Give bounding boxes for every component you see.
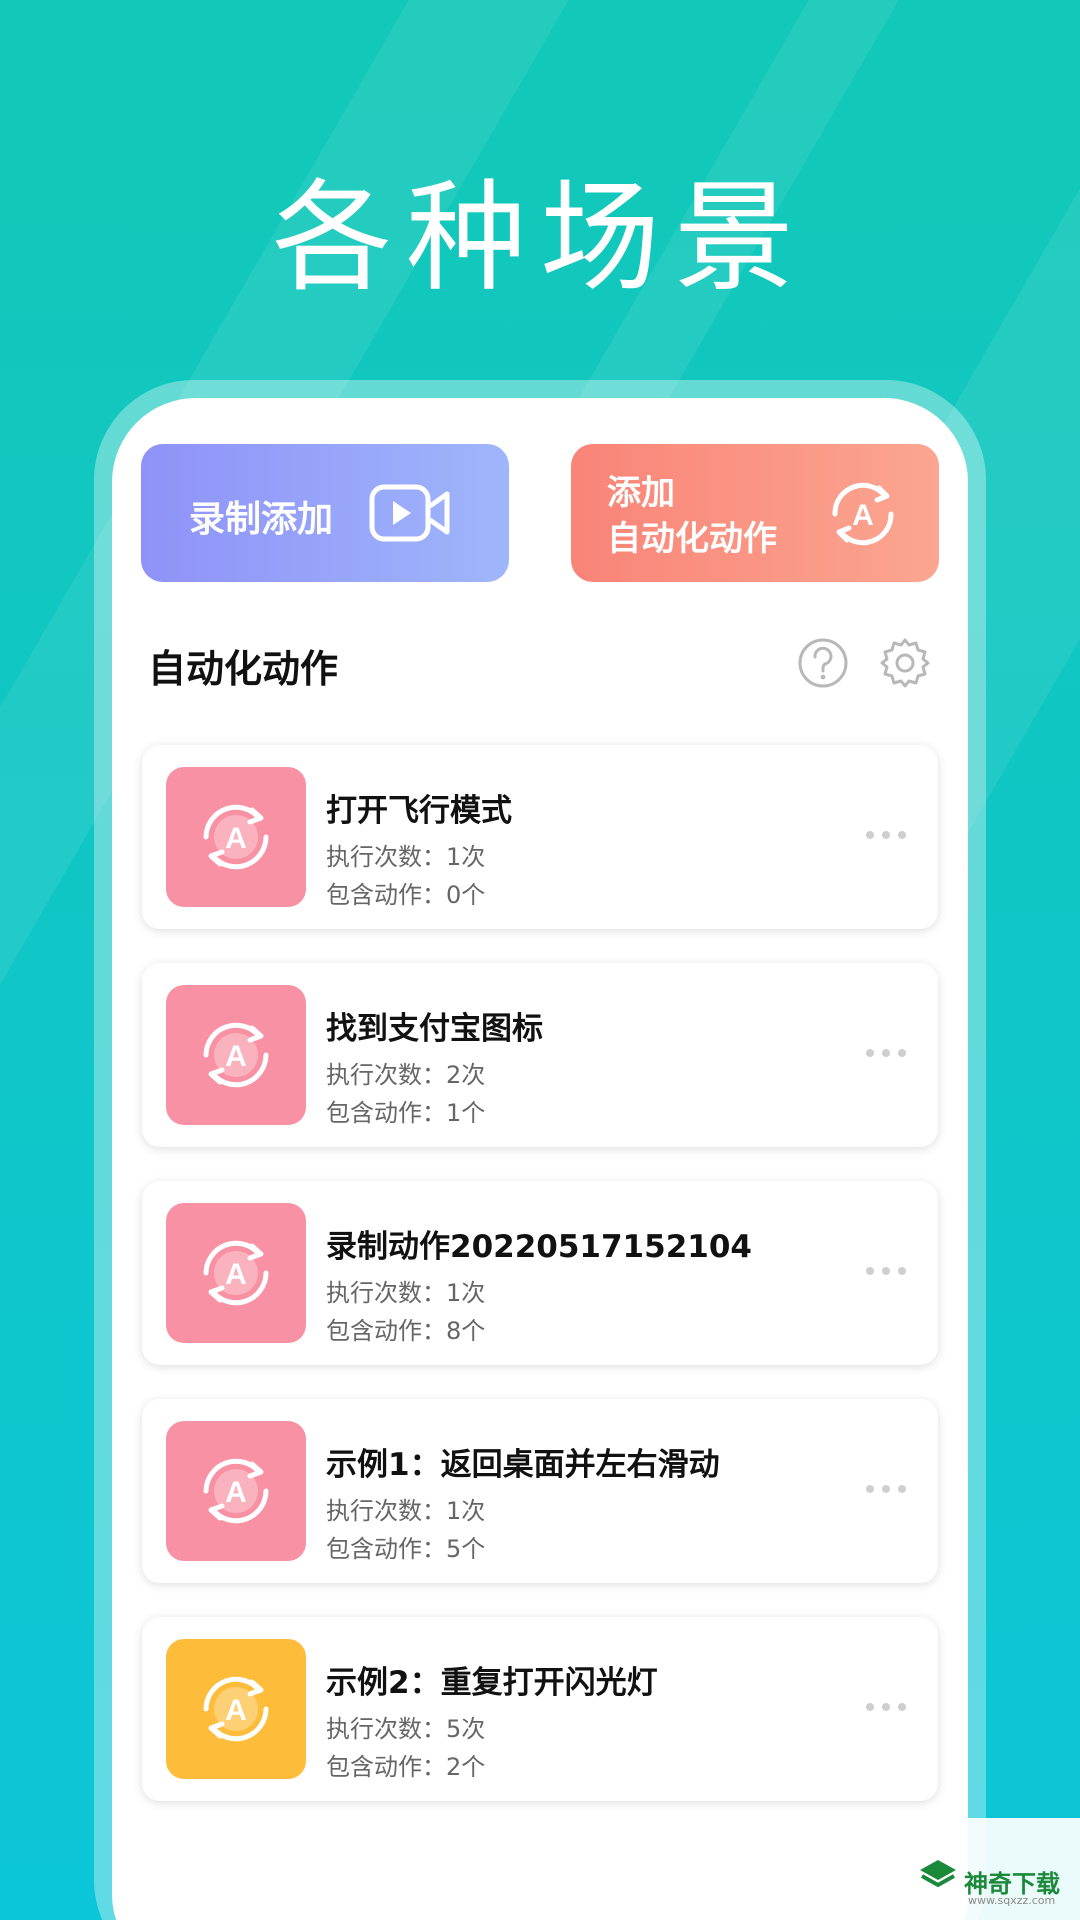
more-options-icon[interactable] xyxy=(864,1261,908,1281)
add-label-line1: 添加 xyxy=(607,473,675,513)
automation-a-icon: A xyxy=(203,804,269,870)
automation-item-card[interactable]: A 示例2：重复打开闪光灯 执行次数：5次 包含动作：2个 xyxy=(142,1617,938,1801)
help-circle-icon[interactable] xyxy=(796,636,850,690)
run-count: 执行次数：1次 xyxy=(326,843,486,871)
automation-item-card[interactable]: A 打开飞行模式 执行次数：1次 包含动作：0个 xyxy=(142,745,938,929)
action-count: 包含动作：8个 xyxy=(326,1317,486,1345)
record-add-label: 录制添加 xyxy=(189,499,334,540)
more-options-icon[interactable] xyxy=(864,1479,908,1499)
action-count: 包含动作：2个 xyxy=(326,1753,486,1781)
more-options-icon[interactable] xyxy=(864,1043,908,1063)
automation-title: 找到支付宝图标 xyxy=(326,1011,543,1047)
run-count: 执行次数：1次 xyxy=(326,1279,486,1307)
automation-item-card[interactable]: A 示例1：返回桌面并左右滑动 执行次数：1次 包含动作：5个 xyxy=(142,1399,938,1583)
run-count: 执行次数：2次 xyxy=(326,1061,486,1089)
svg-text:A: A xyxy=(225,1694,247,1727)
action-count: 包含动作：0个 xyxy=(326,881,486,909)
automation-a-icon: A xyxy=(203,1458,269,1524)
video-play-icon xyxy=(369,484,450,542)
automation-a-icon: A xyxy=(832,482,894,546)
automation-a-icon: A xyxy=(203,1022,269,1088)
run-count: 执行次数：5次 xyxy=(326,1715,486,1743)
promo-page: 各种场景 录制添加 添加 自动化动作 A 自动化动作 A 打开飞行模式 执行次数… xyxy=(0,0,1080,1920)
watermark-logo-icon xyxy=(920,1860,956,1888)
svg-text:A: A xyxy=(225,822,247,855)
svg-text:A: A xyxy=(225,1258,247,1291)
action-count: 包含动作：1个 xyxy=(326,1099,486,1127)
automation-item-card[interactable]: A 找到支付宝图标 执行次数：2次 包含动作：1个 xyxy=(142,963,938,1147)
add-automation-label: 添加 自动化动作 xyxy=(607,470,807,562)
action-count: 包含动作：5个 xyxy=(326,1535,486,1563)
svg-text:A: A xyxy=(225,1476,247,1509)
automation-title: 示例2：重复打开闪光灯 xyxy=(326,1665,658,1701)
add-label-line2: 自动化动作 xyxy=(607,519,777,559)
add-automation-button[interactable]: 添加 自动化动作 A xyxy=(571,444,939,582)
automation-a-icon: A xyxy=(203,1240,269,1306)
svg-text:A: A xyxy=(225,1040,247,1073)
automation-thumbnail: A xyxy=(166,1639,306,1779)
headline: 各种场景 xyxy=(272,169,808,308)
watermark-url: www.sqxzz.com xyxy=(968,1894,1056,1907)
gear-icon[interactable] xyxy=(878,636,932,690)
section-title: 自动化动作 xyxy=(148,647,339,691)
automation-a-icon: A xyxy=(203,1676,269,1742)
svg-text:A: A xyxy=(852,499,874,532)
automation-item-card[interactable]: A 录制动作20220517152104 执行次数：1次 包含动作：8个 xyxy=(142,1181,938,1365)
record-add-button[interactable]: 录制添加 xyxy=(141,444,509,582)
automation-thumbnail: A xyxy=(166,1421,306,1561)
more-options-icon[interactable] xyxy=(864,1697,908,1717)
watermark: 神奇下载 www.sqxzz.com xyxy=(904,1818,1080,1920)
automation-thumbnail: A xyxy=(166,985,306,1125)
run-count: 执行次数：1次 xyxy=(326,1497,486,1525)
automation-thumbnail: A xyxy=(166,1203,306,1343)
automation-title: 示例1：返回桌面并左右滑动 xyxy=(326,1447,720,1483)
more-options-icon[interactable] xyxy=(864,825,908,845)
automation-thumbnail: A xyxy=(166,767,306,907)
automation-title: 打开飞行模式 xyxy=(326,793,512,829)
automation-title: 录制动作20220517152104 xyxy=(326,1229,752,1265)
